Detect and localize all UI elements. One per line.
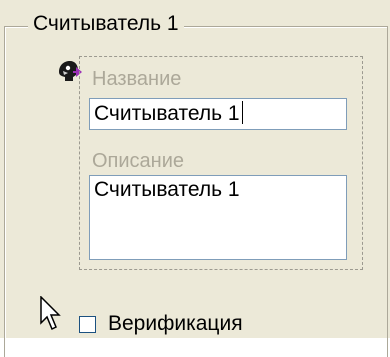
- description-textarea[interactable]: Считыватель 1: [89, 175, 347, 260]
- groupbox-title: Считыватель 1: [28, 11, 184, 37]
- verification-checkbox[interactable]: [79, 316, 96, 333]
- name-input-value: Считыватель 1: [94, 102, 240, 125]
- name-input[interactable]: Считыватель 1: [89, 98, 347, 130]
- mouse-pointer-icon: [40, 296, 61, 331]
- description-textarea-value: Считыватель 1: [94, 178, 240, 201]
- text-caret: [241, 101, 243, 124]
- reader-settings-panel: Считыватель 1 Название Считыватель 1 Опи…: [0, 0, 390, 357]
- verification-label[interactable]: Верификация: [108, 311, 243, 337]
- name-label: Название: [92, 68, 182, 90]
- description-label: Описание: [92, 150, 185, 172]
